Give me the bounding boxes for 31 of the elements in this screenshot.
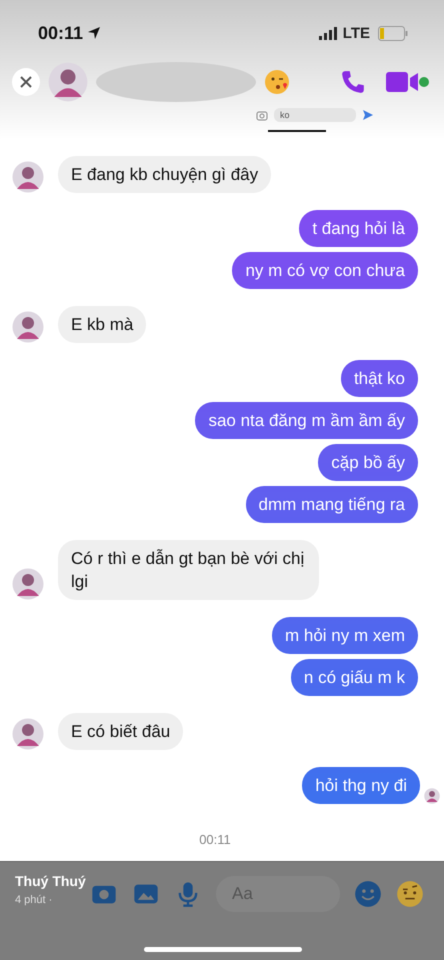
outgoing-message: ny m có vợ con chưa bbox=[232, 252, 418, 289]
network-type: LTE bbox=[342, 24, 370, 42]
kiss-emoji-icon bbox=[264, 69, 290, 95]
outgoing-message: dmm mang tiếng ra bbox=[246, 486, 418, 523]
raised-eyebrow-emoji-icon[interactable] bbox=[396, 880, 424, 908]
status-time: 00:11 bbox=[38, 22, 84, 44]
outgoing-message: n có giấu m k bbox=[290, 659, 418, 696]
battery-icon bbox=[378, 26, 408, 40]
outgoing-message: m hỏi ny m xem bbox=[272, 617, 418, 654]
incoming-message: E có biết đâu bbox=[58, 713, 184, 750]
send-icon[interactable] bbox=[362, 109, 374, 121]
outgoing-message: thật ko bbox=[340, 360, 418, 397]
message-input[interactable]: ko bbox=[274, 108, 356, 122]
timestamp: 00:11 bbox=[198, 832, 232, 847]
signal-icon bbox=[318, 26, 339, 40]
location-arrow-icon bbox=[87, 26, 102, 40]
close-button[interactable] bbox=[12, 68, 40, 96]
camera-icon[interactable] bbox=[256, 109, 268, 121]
poster-name: Thuý Thuý bbox=[15, 873, 86, 889]
close-icon bbox=[19, 75, 33, 89]
outgoing-message: cặp bồ ấy bbox=[318, 444, 418, 481]
outgoing-message: hỏi thg ny đi bbox=[302, 767, 420, 804]
contact-avatar bbox=[48, 62, 88, 102]
outgoing-message: sao nta đăng m ầm ầm ấy bbox=[195, 402, 418, 439]
outgoing-message: t đang hỏi là bbox=[299, 210, 418, 247]
phone-icon[interactable] bbox=[340, 69, 366, 95]
video-call-icon[interactable] bbox=[386, 70, 430, 94]
incoming-message: E kb mà bbox=[58, 306, 146, 343]
smiley-icon[interactable] bbox=[354, 880, 382, 908]
incoming-message: Có r thì e dẫn gt bạn bè với chị lgi bbox=[58, 540, 319, 600]
incoming-message: E đang kb chuyện gì đây bbox=[58, 156, 272, 193]
